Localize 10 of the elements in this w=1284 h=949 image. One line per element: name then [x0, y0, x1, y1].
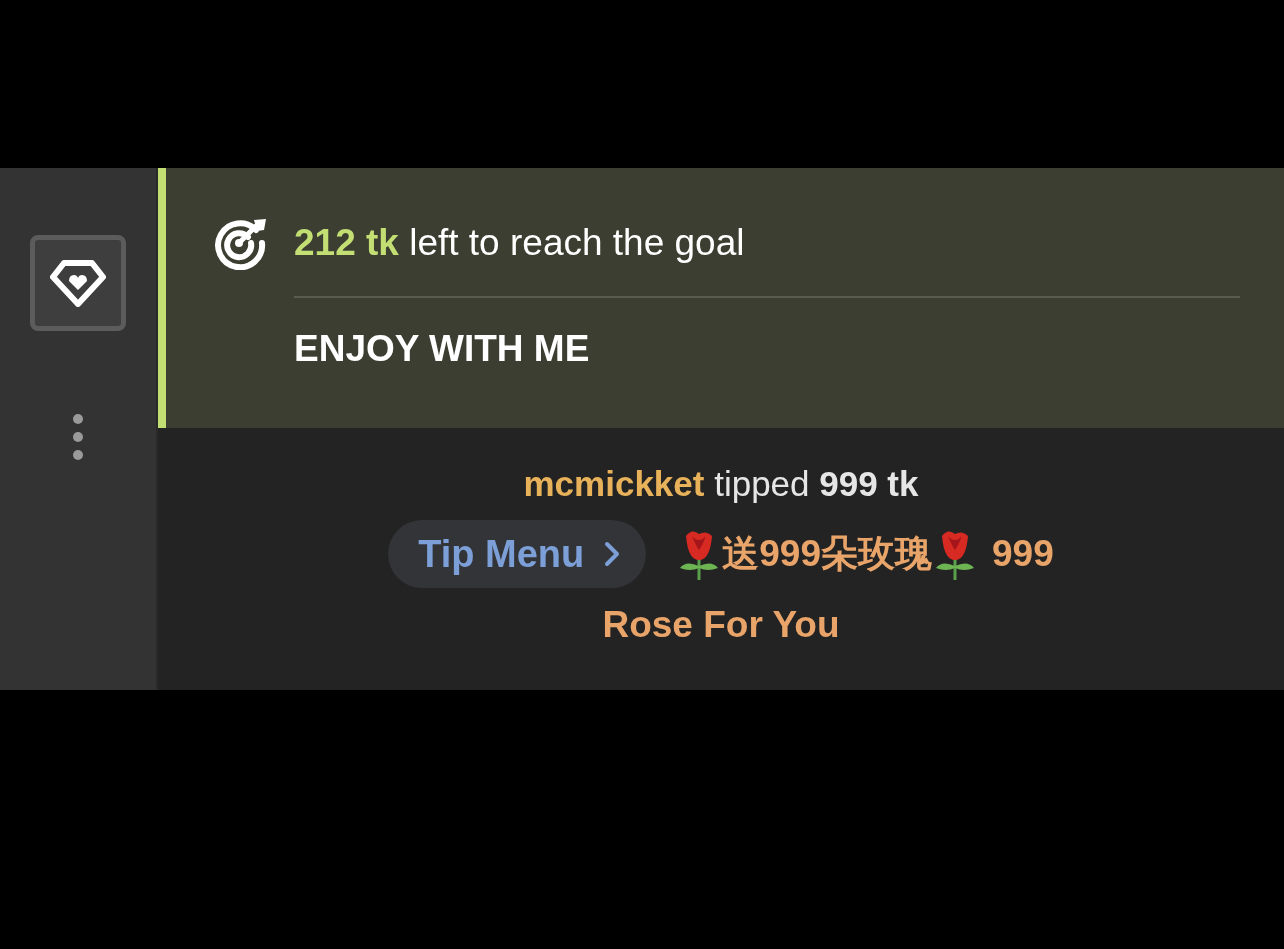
tip-item-name: 送999朵玫瑰: [722, 532, 933, 576]
more-icon[interactable]: [72, 413, 84, 463]
tip-notification: mcmickket tipped 999 tk: [523, 464, 919, 504]
goal-progress-text: 212 tk left to reach the goal: [294, 222, 745, 264]
diamond-button[interactable]: [30, 235, 126, 331]
tip-message: Rose For You: [602, 604, 840, 646]
diamond-heart-icon: [50, 259, 106, 307]
goal-title: ENJOY WITH ME: [294, 328, 591, 370]
tip-item-price: 999: [992, 533, 1054, 575]
tip-menu-button[interactable]: Tip Menu: [388, 520, 647, 588]
